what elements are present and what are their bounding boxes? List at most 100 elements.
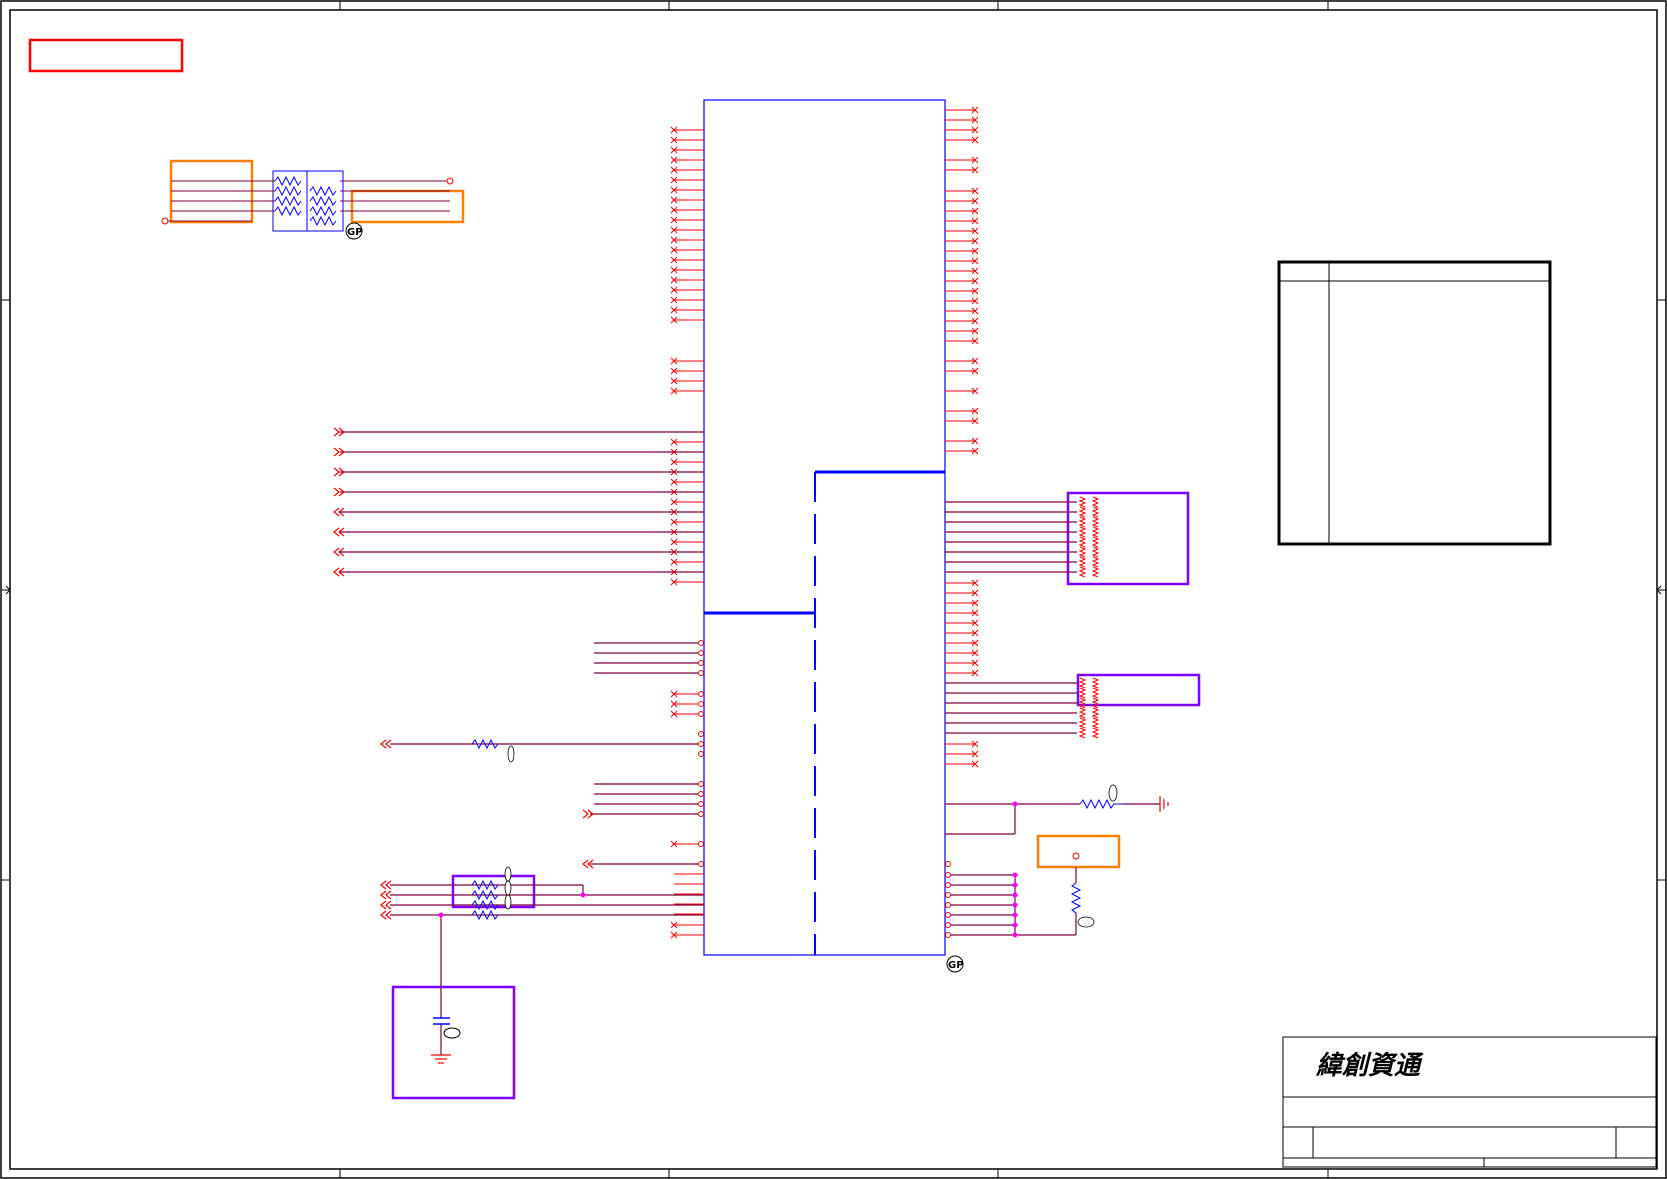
no-connect-icon: [670, 458, 704, 466]
lower-left-nets: [390, 642, 704, 1018]
resistor-icon: [1070, 798, 1123, 914]
schematic-sheet: GP GP 緯創資通: [0, 0, 1667, 1179]
no-connect-icon: [670, 387, 704, 395]
no-connect-icon: [945, 126, 979, 134]
ground-icon: [431, 1054, 451, 1064]
no-connect-icon: [670, 296, 704, 304]
company-logo: 緯創資通: [1315, 1051, 1424, 1081]
main-ic: GP: [703, 99, 964, 973]
capacitor-icon: [433, 1017, 450, 1025]
no-connect-icon: [670, 136, 704, 144]
no-connect-icon: [945, 257, 979, 265]
no-connect-icon: [670, 166, 704, 174]
no-connect-icon: [670, 306, 704, 314]
right-resistor-array-1: [945, 496, 1100, 578]
no-connect-icon: [945, 307, 979, 315]
no-connect-icon: [670, 236, 704, 244]
no-connect-icon: [670, 266, 704, 274]
resistor-icon: [274, 175, 337, 227]
no-connect-icon: [945, 277, 979, 285]
no-connect-icon: [670, 256, 704, 264]
no-connect-icon: [945, 237, 979, 245]
no-connect-icon: [945, 589, 979, 597]
no-connect-icon: [945, 599, 979, 607]
no-connect-icon: [670, 558, 704, 566]
connector: [1072, 852, 1080, 860]
no-connect-icon: [670, 357, 704, 365]
no-connect-icon: [945, 659, 979, 667]
no-connect-icon: [945, 166, 979, 174]
no-connect-icon: [670, 921, 704, 929]
no-connect-icon: [670, 518, 704, 526]
gp-badge-icon: GP: [946, 955, 964, 973]
no-connect-icon: [670, 286, 704, 294]
no-connect-icon: [945, 156, 979, 164]
no-connect-icon: [945, 649, 979, 657]
right-pin-stubs: [945, 106, 979, 768]
right-lower-nets: [945, 803, 1160, 936]
gp-badge-icon: GP: [345, 222, 363, 240]
no-connect-icon: [945, 629, 979, 637]
no-connect-icon: [945, 407, 979, 415]
no-connect-icon: [945, 437, 979, 445]
no-connect-icon: [670, 478, 704, 486]
no-connect-icon: [945, 207, 979, 215]
revision-table: [1277, 260, 1552, 546]
offpage-connector-icon: [380, 739, 594, 920]
no-connect-icon: [945, 760, 979, 768]
no-connect-icon: [670, 367, 704, 375]
no-connect-icon: [670, 206, 704, 214]
no-connect-icon: [945, 417, 979, 425]
no-connect-icon: [945, 247, 979, 255]
no-connect-icon: [945, 357, 979, 365]
highlight-box-orange-3: [1036, 834, 1121, 869]
tiny-gp-badges-right: [1077, 784, 1118, 928]
no-connect-icon: [945, 619, 979, 627]
offpage-connector-icon: [333, 427, 345, 577]
no-connect-icon: [945, 317, 979, 325]
highlight-box-purple-3: [451, 874, 536, 909]
no-connect-icon: [945, 116, 979, 124]
junction-dot: [438, 912, 444, 918]
no-connect-icon: [945, 287, 979, 295]
no-connect-icon: [945, 106, 979, 114]
no-connect-icon: [945, 227, 979, 235]
highlight-box-purple-1: [1066, 491, 1190, 586]
no-connect-icon: [670, 438, 704, 446]
highlight-box-orange-2: [350, 189, 465, 224]
highlight-box-red: [28, 38, 184, 73]
no-connect-icon: [670, 276, 704, 284]
no-connect-icon: [945, 579, 979, 587]
resistor-network-top-left: GP: [161, 170, 454, 240]
no-connect-icon: [945, 136, 979, 144]
no-connect-icon: [945, 740, 979, 748]
lower-left-connectors: [698, 640, 704, 867]
no-connect-icon: [945, 297, 979, 305]
no-connect-icon: [670, 126, 704, 134]
no-connect-icon: [945, 187, 979, 195]
no-connect-icon: [945, 337, 979, 345]
no-connect-icon: [670, 146, 704, 154]
no-connect-icon: [670, 498, 704, 506]
no-connect-icon: [945, 387, 979, 395]
no-connect-icon: [945, 639, 979, 647]
right-lower-connectors: [945, 861, 951, 938]
highlight-box-purple-4: [391, 985, 516, 1100]
no-connect-icon: [670, 156, 704, 164]
no-connect-icon: [670, 246, 704, 254]
no-connect-icon: [945, 750, 979, 758]
no-connect-icon: [670, 538, 704, 546]
gp-badge-icon: [443, 1027, 461, 1039]
no-connect-icon: [670, 578, 704, 586]
no-connect-icon: [670, 216, 704, 224]
no-connect-icon: [670, 176, 704, 184]
no-connect-icon: [670, 186, 704, 194]
no-connect-icon: [945, 447, 979, 455]
svg-text:GP: GP: [948, 960, 964, 971]
gp-badge-label: GP: [347, 227, 363, 238]
ground-icon: [1159, 796, 1169, 812]
no-connect-icon: [945, 609, 979, 617]
no-connect-icon: [670, 931, 704, 939]
no-connect-icon: [945, 267, 979, 275]
no-connect-icon: [945, 197, 979, 205]
